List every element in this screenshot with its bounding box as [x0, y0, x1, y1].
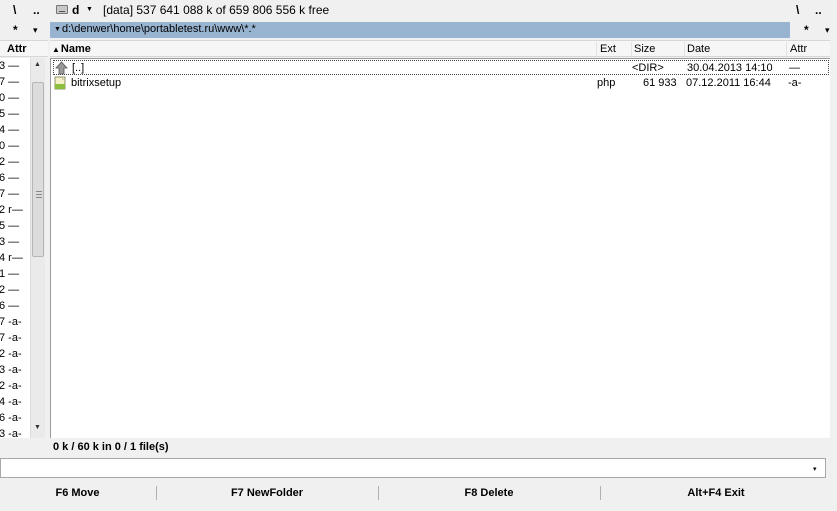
left-up-button[interactable]: ..	[33, 3, 40, 17]
left-list-item[interactable]: 6 —	[0, 298, 30, 314]
left-list-item[interactable]: 6 —	[0, 170, 30, 186]
file-ext: php	[597, 77, 616, 89]
left-list-item[interactable]: 2 -a-	[0, 346, 30, 362]
left-list-item[interactable]: 4 -a-	[0, 394, 30, 410]
file-attr: —	[789, 62, 800, 74]
root-dir-button[interactable]: \	[796, 3, 799, 17]
left-list-item[interactable]: 5 —	[0, 218, 30, 234]
scroll-thumb[interactable]	[32, 82, 44, 257]
left-list-item[interactable]: 2 -a-	[0, 378, 30, 394]
drive-icon	[56, 5, 68, 14]
left-list-item[interactable]: 0 —	[0, 90, 30, 106]
ext-column-header[interactable]: Ext	[600, 42, 632, 56]
left-file-panel: \ .. * ▾ Attr 3 —7 —0 —5 —4 —0 —2 —6 —7 …	[0, 0, 48, 438]
left-list-item[interactable]: 2 —	[0, 154, 30, 170]
drive-free-space: [data] 537 641 088 k of 659 806 556 k fr…	[103, 3, 330, 17]
left-list-item[interactable]: 0 —	[0, 138, 30, 154]
parent-dir-button[interactable]: ..	[815, 3, 822, 17]
command-line[interactable]	[0, 458, 826, 478]
command-input[interactable]	[3, 461, 803, 475]
left-filter-dropdown[interactable]: ▾	[33, 25, 38, 36]
date-header-label: Date	[687, 43, 711, 55]
up-folder-icon	[55, 61, 68, 75]
function-key-bar: F6 Move F7 NewFolder F8 Delete Alt+F4 Ex…	[0, 482, 837, 506]
filter-star[interactable]: *	[804, 23, 809, 37]
file-attr: -a-	[788, 77, 802, 89]
drive-letter[interactable]: d	[72, 3, 79, 17]
left-root-button[interactable]: \	[13, 3, 16, 17]
left-list-item[interactable]: 1 —	[0, 266, 30, 282]
left-list-item[interactable]: 4 r—	[0, 250, 30, 266]
date-column-header[interactable]: Date	[687, 42, 787, 56]
right-panel-filter: * ▾	[790, 21, 837, 39]
left-list-item[interactable]: 2 r—	[0, 202, 30, 218]
left-list-item[interactable]: 7 —	[0, 74, 30, 90]
current-path: d:\denwer\home\portabletest.ru\www\*.*	[62, 23, 256, 35]
php-file-icon	[54, 76, 66, 90]
left-list-item[interactable]: 5 —	[0, 106, 30, 122]
name-column-header[interactable]: ▲Name	[52, 42, 597, 56]
file-row[interactable]: [..] <DIR> 30.04.2013 14:10 —	[53, 60, 829, 75]
left-list-item[interactable]: 3 —	[0, 58, 30, 74]
scroll-grip-icon	[36, 191, 42, 198]
left-list-item[interactable]: 6 -a-	[0, 410, 30, 426]
left-panel-toolbar: \ ..	[0, 0, 48, 20]
selection-summary: 0 k / 60 k in 0 / 1 file(s)	[53, 441, 169, 453]
left-list-item[interactable]: 3 -a-	[0, 362, 30, 378]
column-header: ▲Name Ext Size Date Attr	[50, 40, 830, 57]
file-name: bitrixsetup	[71, 77, 122, 89]
scroll-up-arrow-icon[interactable]: ▲	[34, 61, 41, 68]
file-date: 30.04.2013 14:10	[687, 62, 773, 74]
drive-dropdown-icon[interactable]: ▼	[86, 6, 93, 13]
f8-delete-button[interactable]: F8 Delete	[379, 484, 599, 502]
left-list-item[interactable]: 3 -a-	[0, 426, 30, 438]
size-header-label: Size	[634, 43, 656, 55]
left-list-item[interactable]: 4 —	[0, 122, 30, 138]
left-list-item[interactable]: 7 —	[0, 186, 30, 202]
left-list-item[interactable]: 7 -a-	[0, 330, 30, 346]
f7-newfolder-button[interactable]: F7 NewFolder	[157, 484, 377, 502]
left-vertical-scrollbar[interactable]: ▲ ▼	[30, 58, 45, 438]
attr-header-label: Attr	[790, 43, 808, 55]
left-attr-header[interactable]: Attr	[7, 43, 27, 55]
file-list[interactable]: [..] <DIR> 30.04.2013 14:10 — bitrixsetu…	[50, 58, 830, 438]
ext-header-label: Ext	[600, 43, 616, 55]
left-list-item[interactable]: 2 —	[0, 282, 30, 298]
left-file-list[interactable]: 3 —7 —0 —5 —4 —0 —2 —6 —7 —2 r— 5 —3 —4 r…	[0, 58, 30, 438]
left-column-header: Attr	[0, 40, 48, 57]
left-filter-star[interactable]: *	[13, 23, 18, 37]
left-panel-filter: * ▾	[0, 21, 48, 39]
file-date: 07.12.2011 16:44	[686, 77, 771, 89]
attr-column-header[interactable]: Attr	[790, 42, 828, 56]
file-size: <DIR>	[632, 62, 664, 74]
sort-ascending-icon: ▲	[52, 45, 60, 54]
panel-status-bar: 0 k / 60 k in 0 / 1 file(s)	[50, 438, 837, 458]
file-name: [..]	[72, 62, 85, 74]
current-path-bar[interactable]: ▼ d:\denwer\home\portabletest.ru\www\*.*	[50, 22, 790, 38]
right-file-panel: d ▼ [data] 537 641 088 k of 659 806 556 …	[50, 0, 837, 458]
left-list-item[interactable]: 3 —	[0, 234, 30, 250]
f6-move-button[interactable]: F6 Move	[0, 484, 155, 502]
scroll-down-arrow-icon[interactable]: ▼	[34, 424, 41, 431]
name-header-label: Name	[60, 43, 91, 55]
path-history-icon[interactable]: ▼	[54, 26, 61, 33]
filter-dropdown-icon[interactable]: ▾	[825, 25, 830, 36]
command-history-dropdown-icon[interactable]: ▾	[813, 465, 817, 473]
size-column-header[interactable]: Size	[634, 42, 685, 56]
file-row[interactable]: bitrixsetup php 61 933 07.12.2011 16:44 …	[53, 76, 829, 91]
left-list-item[interactable]: 7 -a-	[0, 314, 30, 330]
drive-toolbar: d ▼ [data] 537 641 088 k of 659 806 556 …	[50, 0, 837, 20]
altf4-exit-button[interactable]: Alt+F4 Exit	[601, 484, 831, 502]
file-size: 61 933	[643, 77, 677, 89]
